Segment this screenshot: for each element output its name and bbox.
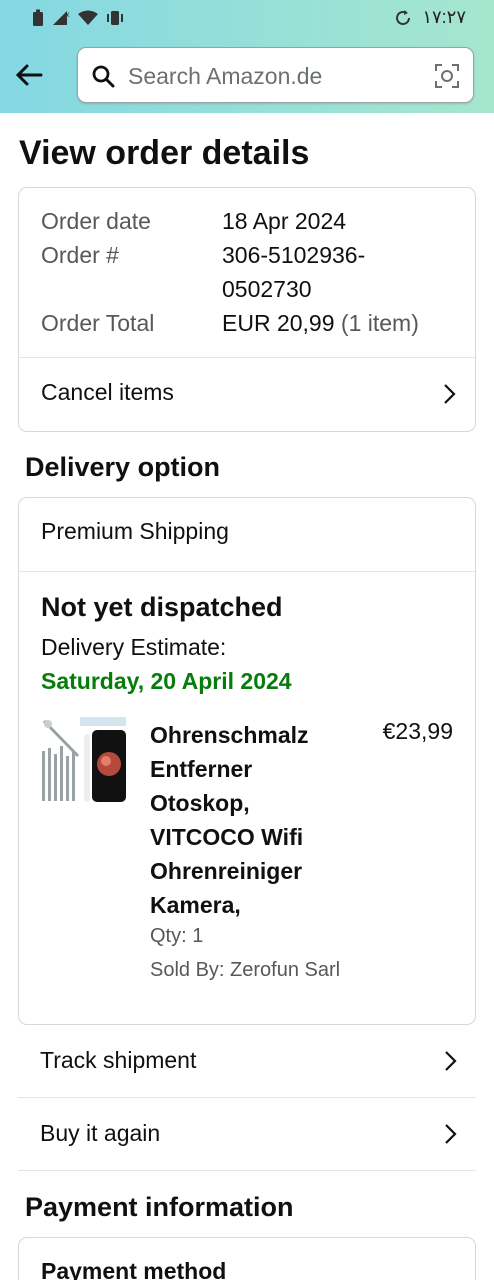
product-quantity: Qty: 1 xyxy=(150,925,204,947)
order-summary-card: Order date 18 Apr 2024 Order # 306-51029… xyxy=(18,187,476,432)
product-title[interactable]: Ohrenschmalz Entferner Otoskop, VITCOCO … xyxy=(150,718,360,922)
search-placeholder: Search Amazon.de xyxy=(128,63,323,89)
product-title-line: Kamera, xyxy=(150,892,241,918)
product-title-line: Otoskop, xyxy=(150,790,250,816)
camera-search-icon[interactable] xyxy=(434,63,460,89)
cancel-items-row[interactable]: Cancel items xyxy=(19,358,475,432)
divider xyxy=(19,571,475,572)
order-number-value-line2: 0502730 xyxy=(222,276,312,302)
order-total-label: Order Total xyxy=(41,310,155,336)
chevron-right-icon xyxy=(444,384,456,404)
shipment-status: Not yet dispatched xyxy=(41,592,283,622)
delivery-estimate-label: Delivery Estimate: xyxy=(41,634,227,660)
sync-icon xyxy=(396,9,411,25)
vibrate-icon xyxy=(107,11,123,25)
delivery-estimate-date: Saturday, 20 April 2024 xyxy=(41,668,292,694)
payment-method-label: Payment method xyxy=(41,1258,227,1280)
status-time: ١٧:٢٧ xyxy=(422,7,466,27)
arrow-left-icon xyxy=(15,64,43,86)
wifi-icon xyxy=(78,10,98,25)
delivery-section-title: Delivery option xyxy=(25,452,221,482)
chevron-right-icon xyxy=(445,1051,457,1071)
order-total-amount: EUR 20,99 xyxy=(222,310,335,336)
product-title-line: Entferner xyxy=(150,756,253,782)
page-title: View order details xyxy=(19,134,310,172)
product-title-line: Ohrenreiniger xyxy=(150,858,303,884)
product-seller: Sold By: Zerofun Sarl xyxy=(150,959,341,981)
order-number-value-line1: 306-5102936- xyxy=(222,242,366,268)
app-header: x ١٧:٢٧ Search Amazon.de xyxy=(0,0,494,113)
payment-section-title: Payment information xyxy=(25,1192,294,1222)
status-icons-left: x xyxy=(32,9,125,27)
payment-method-card: Payment method xyxy=(18,1237,476,1280)
order-date-label: Order date xyxy=(41,208,151,234)
cancel-items-label: Cancel items xyxy=(41,379,174,405)
delivery-card: Premium Shipping Not yet dispatched Deli… xyxy=(18,497,476,1025)
shipping-type: Premium Shipping xyxy=(41,518,229,544)
track-shipment-label: Track shipment xyxy=(40,1047,197,1073)
status-icons-right: ١٧:٢٧ xyxy=(394,7,466,28)
order-total-value: EUR 20,99 (1 item) xyxy=(222,310,419,337)
product-image xyxy=(40,716,128,804)
chevron-right-icon xyxy=(445,1124,457,1144)
no-signal-icon: x xyxy=(53,10,70,25)
product-title-line: VITCOCO Wifi xyxy=(150,824,304,850)
search-icon xyxy=(92,65,115,88)
search-bar[interactable]: Search Amazon.de xyxy=(77,47,474,103)
product-title-line: Ohrenschmalz xyxy=(150,722,309,748)
order-date-value: 18 Apr 2024 xyxy=(222,208,347,234)
order-number-label: Order # xyxy=(41,242,119,268)
buy-it-again-row[interactable]: Buy it again xyxy=(18,1099,476,1171)
status-bar: x ١٧:٢٧ xyxy=(0,0,494,38)
svg-text:x: x xyxy=(65,10,70,19)
track-shipment-row[interactable]: Track shipment xyxy=(18,1026,476,1098)
product-thumbnail[interactable] xyxy=(40,716,128,804)
back-button[interactable] xyxy=(12,58,46,92)
buy-it-again-label: Buy it again xyxy=(40,1120,161,1146)
battery-icon xyxy=(33,9,43,26)
product-price: €23,99 xyxy=(382,718,453,744)
order-item-count: (1 item) xyxy=(340,310,419,336)
